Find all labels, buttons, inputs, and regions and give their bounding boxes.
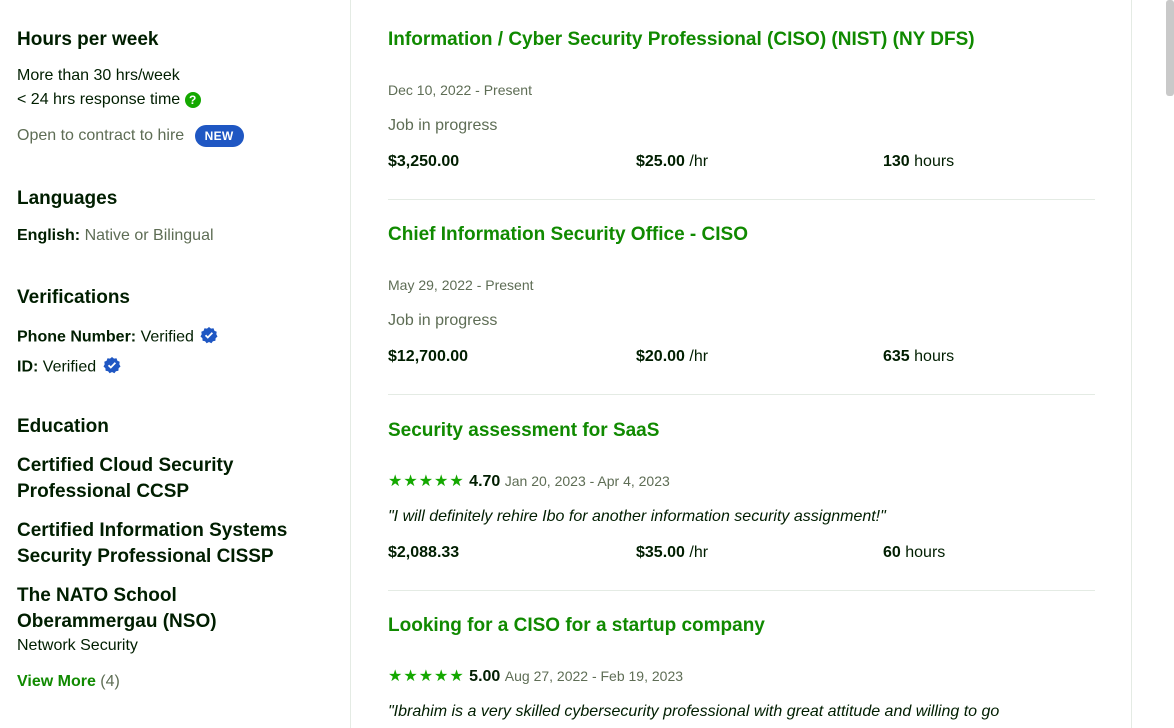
job-hours: 130 hours [883,153,954,171]
contract-to-hire: Open to contract to hire NEW [17,125,244,147]
job-rate-unit: /hr [689,348,709,365]
job-date: May 29, 2022 - Present [388,277,534,293]
response-time: < 24 hrs response time ? [17,91,201,109]
job-rate: $25.00 /hr [636,153,708,171]
job-rate-value: $35.00 [636,544,685,561]
verification-value: Verified [42,358,97,376]
hours-heading: Hours per week [17,29,159,50]
job-hours: 60 hours [883,544,945,562]
education-item: Certified Cloud Security Professional CC… [17,453,233,505]
job-status: Job in progress [388,117,498,134]
education-subtitle: Network Security [17,637,138,654]
education-title-line: Professional CCSP [17,481,190,502]
job-rating-value: 4.70 [469,473,501,490]
response-time-text: < 24 hrs response time [17,91,181,108]
job-hours-value: 635 [883,348,910,365]
job-feedback: "Ibrahim is a very skilled cybersecurity… [388,703,1000,720]
verification-label: Phone Number: [17,328,137,346]
education-heading: Education [17,416,109,437]
star-rating-icon: ★★★★★ [388,668,465,685]
verification-value: Verified [140,328,194,346]
job-status: Job in progress [388,312,498,329]
job-hours: 635 hours [883,348,954,366]
view-more-link[interactable]: View More (4) [17,673,120,691]
verified-check-icon [103,356,121,379]
education-title-line: Oberammergau (NSO) [17,611,217,632]
star-rating-icon: ★★★★★ [388,473,465,490]
education-title-line: Security Professional CISSP [17,546,274,567]
divider [388,199,1095,200]
job-date: Dec 10, 2022 - Present [388,82,532,98]
job-hours-value: 60 [883,544,901,561]
job-title-link[interactable]: Looking for a CISO for a startup company [388,615,765,637]
job-rate: $35.00 /hr [636,544,708,562]
hours-value: More than 30 hrs/week [17,67,180,84]
job-rating-row: ★★★★★ 4.70 Jan 20, 2023 - Apr 4, 2023 [388,471,670,491]
help-icon[interactable]: ? [184,91,201,108]
education-item: The NATO School Oberammergau (NSO) [17,583,217,635]
job-rate-value: $20.00 [636,348,685,365]
divider [388,394,1095,395]
divider [388,590,1095,591]
view-more-label[interactable]: View More [17,673,96,690]
language-item: English: Native or Bilingual [17,227,214,245]
job-rating-value: 5.00 [469,668,501,685]
job-title-link[interactable]: Chief Information Security Office - CISO [388,224,748,246]
verified-check-icon [200,326,218,349]
new-badge: NEW [194,125,244,147]
job-hours-unit: hours [914,153,955,170]
job-date: Aug 27, 2022 - Feb 19, 2023 [504,668,684,684]
view-more-count: (4) [100,673,120,690]
job-title-link[interactable]: Information / Cyber Security Professiona… [388,29,975,51]
job-hours-unit: hours [905,544,946,561]
language-level: Native or Bilingual [84,227,214,244]
job-rate-value: $25.00 [636,153,685,170]
verification-label: ID: [17,358,39,376]
page-scrollbar[interactable] [1166,0,1174,96]
job-earned: $2,088.33 [388,544,460,561]
job-rate-unit: /hr [689,544,709,561]
verifications-heading: Verifications [17,287,130,308]
work-history: Information / Cyber Security Professiona… [352,0,1132,728]
profile-sidebar: Hours per week More than 30 hrs/week < 2… [0,0,351,728]
job-rate: $20.00 /hr [636,348,708,366]
job-earned: $12,700.00 [388,348,469,365]
job-hours-unit: hours [914,348,955,365]
education-title-line: The NATO School [17,585,177,606]
job-date: Jan 20, 2023 - Apr 4, 2023 [504,473,670,489]
job-earned: $3,250.00 [388,153,460,170]
contract-text: Open to contract to hire [17,127,185,144]
language-name: English: [17,227,81,244]
education-item: Certified Information Systems Security P… [17,518,287,570]
job-title-link[interactable]: Security assessment for SaaS [388,420,659,442]
job-rate-unit: /hr [689,153,709,170]
job-rating-row: ★★★★★ 5.00 Aug 27, 2022 - Feb 19, 2023 [388,666,683,686]
job-feedback: "I will definitely rehire Ibo for anothe… [388,508,886,525]
education-title-line: Certified Information Systems [17,520,288,541]
languages-heading: Languages [17,188,118,209]
job-hours-value: 130 [883,153,910,170]
verification-phone: Phone Number: Verified [17,326,218,349]
verification-id: ID: Verified [17,356,121,379]
education-title-line: Certified Cloud Security [17,455,234,476]
